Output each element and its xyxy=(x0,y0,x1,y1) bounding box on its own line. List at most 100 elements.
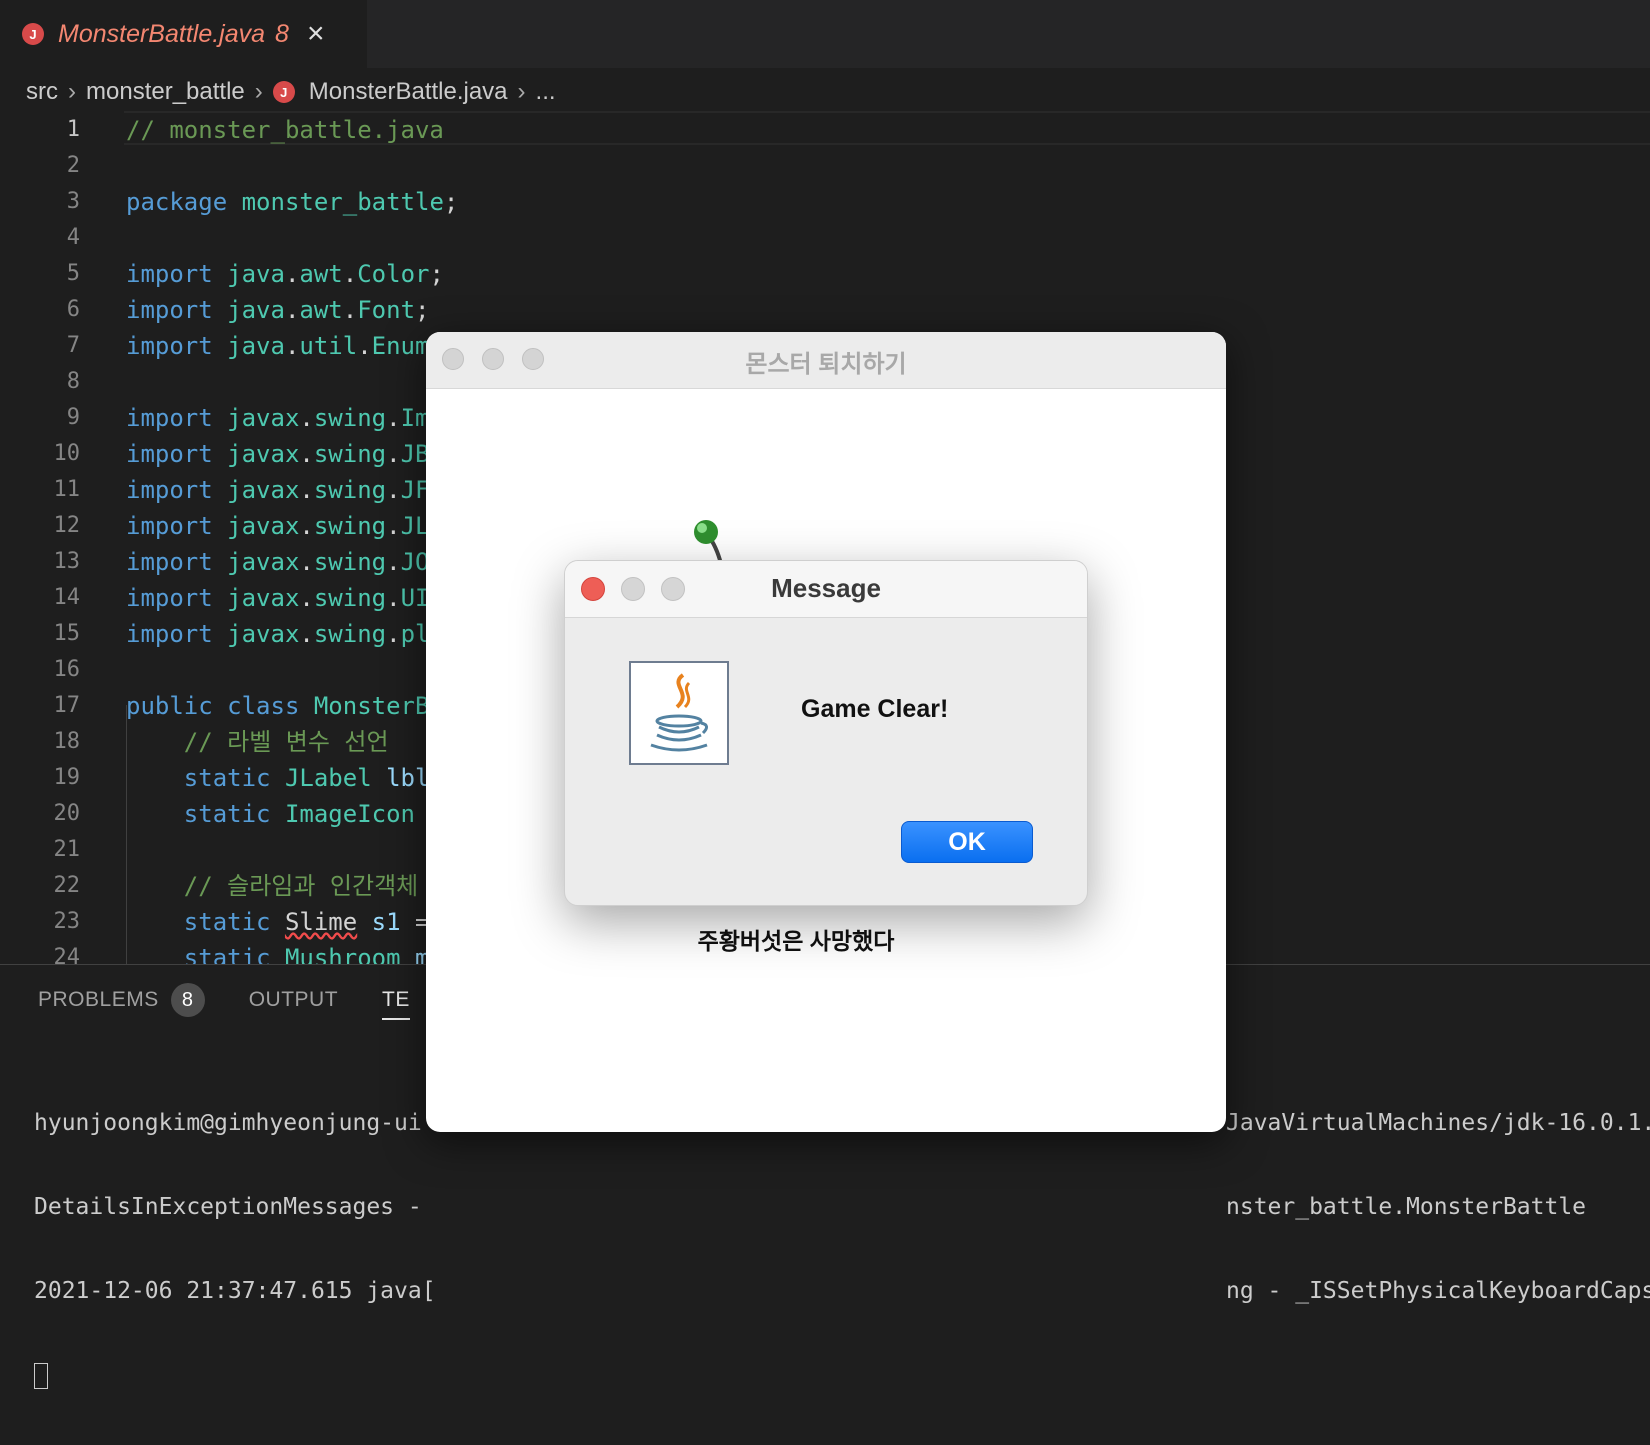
code-token: static xyxy=(183,800,271,828)
tab-monsterbattle-java[interactable]: J MonsterBattle.java 8 × xyxy=(0,0,367,68)
line-number: 6 xyxy=(66,297,80,322)
line-number: 16 xyxy=(53,657,81,682)
line-number: 14 xyxy=(53,585,81,610)
code-token: javax xyxy=(227,584,300,612)
code-token: . xyxy=(284,260,300,288)
code-token: swing xyxy=(313,476,387,504)
code-token: Color xyxy=(357,260,430,288)
java-file-icon: J xyxy=(22,23,44,45)
tab-terminal[interactable]: TE xyxy=(382,988,410,1020)
code-token: import xyxy=(126,476,213,504)
code-token: MonsterB xyxy=(313,692,430,720)
code-token: ; xyxy=(443,188,459,216)
tab-problems[interactable]: PROBLEMS 8 xyxy=(38,983,205,1017)
code-token: javax xyxy=(227,440,300,468)
code-line: import javax.swing.JF xyxy=(126,472,458,508)
code-token: . xyxy=(299,548,314,576)
code-token: s1 xyxy=(371,908,401,936)
line-number: 22 xyxy=(53,873,81,898)
code-token: . xyxy=(342,296,358,324)
line-number: 15 xyxy=(53,621,81,646)
code-token: swing xyxy=(313,404,387,432)
code-token: . xyxy=(386,548,401,576)
line-number: 1 xyxy=(66,117,80,142)
code-token: Font xyxy=(357,296,416,324)
code-line: import javax.swing.Im xyxy=(126,400,458,436)
code-token: import xyxy=(126,260,213,288)
code-token: package xyxy=(126,188,228,216)
terminal-line: hyunjoongkim@gimhyeonjung-ui xyxy=(34,1110,422,1136)
code-editor[interactable]: // monster_battle.java package monster_b… xyxy=(126,112,458,976)
line-number: 4 xyxy=(66,225,80,250)
code-line: package monster_battle; xyxy=(126,184,458,220)
ok-button[interactable]: OK xyxy=(901,821,1033,863)
code-token: // 라벨 변수 선언 xyxy=(183,728,389,756)
breadcrumb-src[interactable]: src xyxy=(26,78,58,106)
terminal-cursor xyxy=(34,1361,436,1389)
code-token: public xyxy=(126,692,213,720)
code-token: . xyxy=(299,404,314,432)
code-token: javax xyxy=(227,404,300,432)
code-line: // monster_battle.java xyxy=(126,112,458,148)
code-line: import javax.swing.JO xyxy=(126,544,458,580)
code-token: import xyxy=(126,620,213,648)
line-number: 17 xyxy=(53,693,81,718)
tab-output-label: OUTPUT xyxy=(248,988,339,1011)
line-number: 9 xyxy=(66,405,80,430)
breadcrumb-symbol[interactable]: ... xyxy=(536,78,556,106)
message-dialog-title: Message xyxy=(771,573,881,603)
code-token: . xyxy=(386,620,401,648)
terminal-line: JavaVirtualMachines/jdk-16.0.1. xyxy=(1226,1110,1650,1136)
tab-problem-count: 8 xyxy=(275,19,289,48)
terminal-output[interactable]: hyunjoongkim@gimhyeonjung-ui DetailsInEx… xyxy=(34,1053,436,1445)
code-token: javax xyxy=(227,476,300,504)
line-number: 10 xyxy=(53,441,81,466)
code-line: import javax.swing.UI xyxy=(126,580,458,616)
code-line: import java.awt.Font; xyxy=(126,292,458,328)
code-line: import java.awt.Color; xyxy=(126,256,458,292)
code-line: static ImageIcon xyxy=(126,796,458,832)
close-icon[interactable]: × xyxy=(307,19,325,49)
code-token: java xyxy=(227,296,285,324)
code-token: import xyxy=(126,548,213,576)
game-window-title: 몬스터 퇴치하기 xyxy=(745,351,907,378)
code-token: ; xyxy=(429,260,444,288)
code-token: import xyxy=(126,296,213,324)
game-window-titlebar[interactable]: 몬스터 퇴치하기 xyxy=(426,332,1226,389)
java-file-icon: J xyxy=(272,81,295,103)
terminal-line: ng - _ISSetPhysicalKeyboardCapsL xyxy=(1226,1278,1650,1304)
code-token: . xyxy=(386,584,401,612)
code-token: swing xyxy=(313,548,387,576)
code-token: // 슬라임과 인간객체 xyxy=(183,872,433,900)
panel-tabs: PROBLEMS 8 OUTPUT TE xyxy=(38,965,454,1035)
code-line: import javax.swing.JL xyxy=(126,508,458,544)
code-token: monster_battle xyxy=(241,188,444,216)
editor-tab-bar: J MonsterBattle.java 8 × xyxy=(0,0,1650,68)
message-dialog-titlebar[interactable]: Message xyxy=(565,561,1087,618)
breadcrumb-file[interactable]: MonsterBattle.java xyxy=(309,78,508,106)
code-token: swing xyxy=(313,440,387,468)
line-number: 21 xyxy=(53,837,81,862)
line-number: 2 xyxy=(66,153,80,178)
code-line: // 라벨 변수 선언 xyxy=(126,724,458,760)
tab-problems-label: PROBLEMS xyxy=(38,988,159,1011)
tab-output[interactable]: OUTPUT xyxy=(249,988,338,1012)
code-token: javax xyxy=(227,620,300,648)
code-token: javax xyxy=(227,548,300,576)
breadcrumb-monster-battle[interactable]: monster_battle xyxy=(86,78,245,106)
